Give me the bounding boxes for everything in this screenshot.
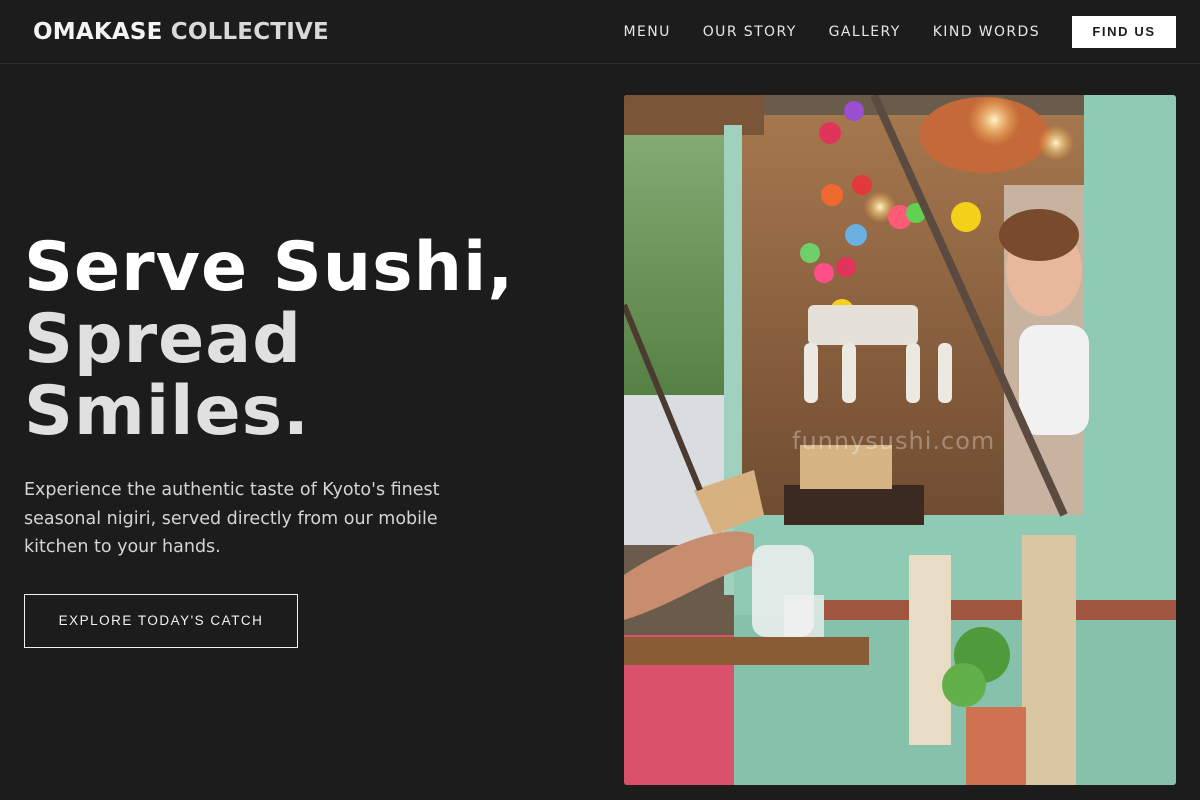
hero-headline: Serve Sushi, Spread Smiles.	[24, 232, 584, 448]
hero-section: Serve Sushi, Spread Smiles. Experience t…	[24, 232, 584, 648]
hero-subtext: Experience the authentic taste of Kyoto'…	[24, 480, 440, 557]
top-navbar: OMAKASE COLLECTIVE MENU OUR STORY GALLER…	[0, 0, 1200, 64]
nav-link-menu[interactable]: MENU	[624, 24, 671, 40]
nav-link-gallery[interactable]: GALLERY	[829, 24, 901, 40]
brand-secondary: COLLECTIVE	[170, 18, 329, 45]
food-truck-photo: funnysushi.com	[624, 95, 1176, 785]
photo-watermark: funnysushi.com	[792, 427, 996, 455]
headline-line-1: Serve Sushi,	[24, 228, 515, 307]
headline-line-2: Spread	[24, 300, 302, 379]
nav-link-our-story[interactable]: OUR STORY	[703, 24, 797, 40]
nav-links: MENU OUR STORY GALLERY KIND WORDS FIND U…	[592, 15, 1176, 48]
headline-line-3: Smiles.	[24, 372, 310, 451]
explore-catch-button[interactable]: EXPLORE TODAY'S CATCH	[24, 593, 298, 648]
brand-logo[interactable]: OMAKASE COLLECTIVE	[33, 19, 329, 45]
find-us-button[interactable]: FIND US	[1072, 15, 1176, 48]
brand-primary: OMAKASE	[33, 18, 163, 45]
nav-link-kind-words[interactable]: KIND WORDS	[933, 24, 1040, 40]
